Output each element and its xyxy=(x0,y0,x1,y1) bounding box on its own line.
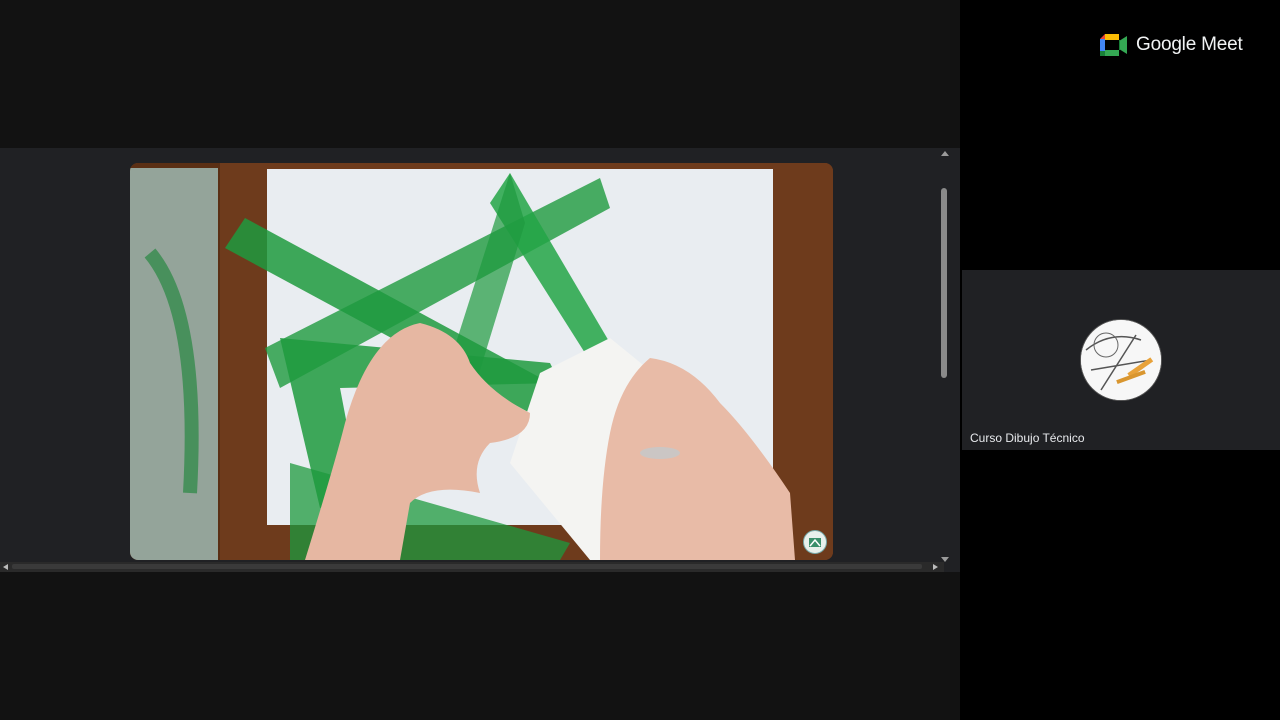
participant-avatar xyxy=(1081,320,1161,400)
horizontal-scroll-thumb[interactable] xyxy=(12,564,922,569)
scroll-up-arrow-icon[interactable] xyxy=(941,151,949,156)
channel-logo-icon xyxy=(803,530,827,554)
video-scene-image xyxy=(130,163,833,560)
participant-name: Curso Dibujo Técnico xyxy=(970,431,1085,445)
vertical-scrollbar[interactable] xyxy=(938,148,952,564)
brand-name: Google Meet xyxy=(1136,34,1243,55)
google-meet-camera-icon xyxy=(1100,34,1127,56)
scroll-left-arrow-icon[interactable] xyxy=(3,564,8,570)
vertical-scroll-thumb[interactable] xyxy=(941,188,947,378)
scroll-right-arrow-icon[interactable] xyxy=(933,564,938,570)
presentation-video[interactable] xyxy=(130,163,833,560)
google-meet-logo: Google Meet xyxy=(1100,34,1243,56)
horizontal-scrollbar[interactable] xyxy=(0,562,944,572)
